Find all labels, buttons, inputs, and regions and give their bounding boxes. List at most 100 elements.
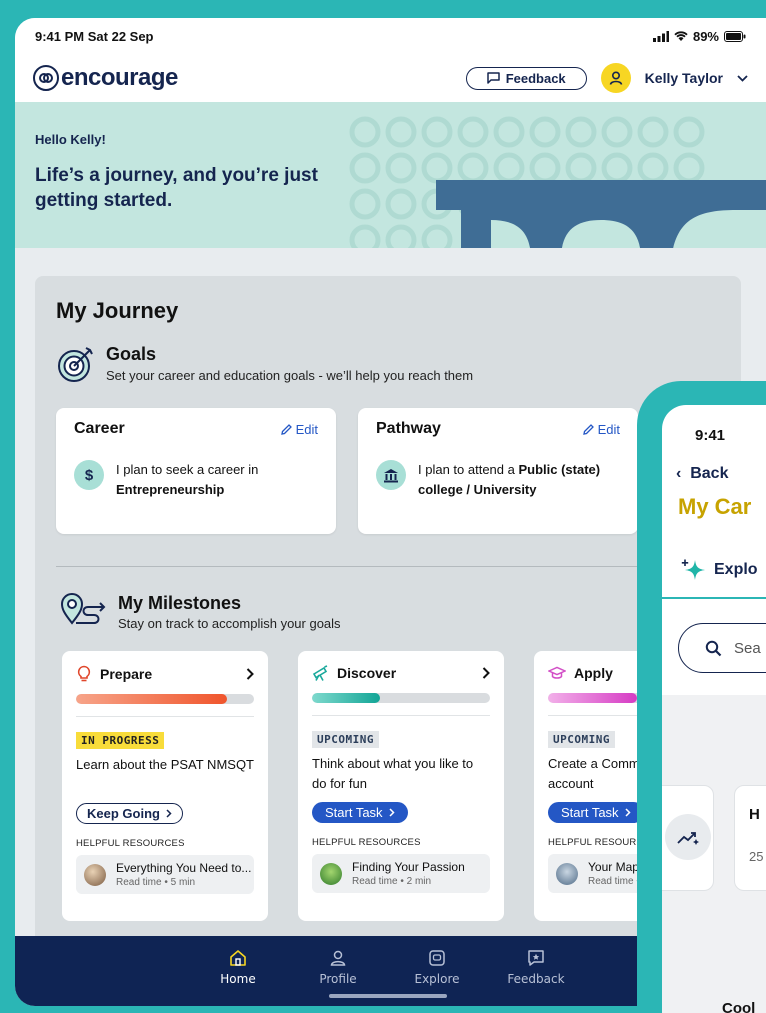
user-name: Kelly Taylor [644, 70, 723, 86]
dollar-icon: $ [74, 460, 104, 490]
battery-percent: 89% [692, 28, 719, 44]
career-card-title: Career [74, 420, 125, 437]
milestone-progress-bar [76, 694, 254, 704]
tab-home[interactable]: Home [198, 948, 278, 986]
milestone-cards: Prepare IN PROGRESS Learn about the PSAT… [62, 651, 740, 921]
start-task-button[interactable]: Start Task [548, 802, 644, 823]
resource-thumbnail [320, 862, 342, 885]
pencil-icon [582, 423, 594, 435]
career-goal-text: I plan to seek a career in Entrepreneurs… [116, 460, 318, 500]
resource-item[interactable]: Everything You Need to... Read time • 5 … [76, 855, 254, 894]
pathway-card-title: Pathway [376, 420, 441, 437]
resources-label: HELPFUL RESOURCES [76, 838, 185, 849]
card-divider [76, 716, 254, 717]
tab-explore-label: Explore [414, 972, 460, 986]
career-edit-button[interactable]: Edit [280, 422, 318, 437]
milestone-progress-bar [312, 693, 490, 703]
career-card[interactable]: H 25 [734, 785, 766, 891]
feedback-button[interactable]: Feedback [465, 66, 587, 90]
milestone-title: Apply [574, 665, 613, 681]
chevron-right-icon [166, 809, 172, 818]
pathway-goal-card[interactable]: Pathway Edit I plan to attend a Public (… [358, 408, 638, 534]
tab-explore-careers[interactable]: Explo [680, 559, 758, 581]
home-indicator [329, 994, 447, 998]
keep-going-button[interactable]: Keep Going [76, 803, 183, 824]
tab-feedback[interactable]: Feedback [496, 948, 576, 986]
phone-status-time: 9:41 [695, 427, 726, 444]
chevron-right-icon[interactable] [482, 667, 490, 679]
career-text-bold: Entrepreneurship [116, 482, 225, 497]
milestone-card-prepare[interactable]: Prepare IN PROGRESS Learn about the PSAT… [62, 651, 268, 921]
milestone-task: Think about what you like to do for fun [312, 756, 474, 791]
chevron-right-icon[interactable] [246, 667, 254, 680]
career-card-count: 25 [749, 849, 764, 864]
pencil-icon [280, 423, 292, 435]
milestone-progress-fill [548, 693, 637, 703]
milestone-task: Learn about the PSAT NMSQT [76, 757, 254, 772]
phone-screen: 9:41 ‹ Back My Car Explo Sea H 25 Cool [662, 405, 766, 1013]
resources-label: HELPFUL RESOURCES [312, 837, 421, 848]
tab-home-label: Home [220, 972, 256, 986]
tab-profile[interactable]: Profile [298, 948, 378, 986]
card-divider [312, 715, 490, 716]
resource-meta: Read time • 5 min [116, 877, 196, 888]
tab-feedback-label: Feedback [507, 972, 565, 986]
tab-profile-label: Profile [319, 972, 357, 986]
trend-card[interactable] [662, 785, 714, 891]
user-menu[interactable]: Kelly Taylor [645, 70, 748, 86]
resource-meta: Read time • 2 min [352, 876, 432, 887]
logo-text: encourage [61, 64, 178, 91]
milestones-subtitle: Stay on track to accomplish your goals [118, 616, 341, 631]
milestones-title: My Milestones [118, 593, 242, 613]
career-search-input[interactable]: Sea [678, 623, 766, 673]
career-goal-card[interactable]: Career Edit $ I plan to seek a career in… [56, 408, 336, 534]
goals-title: Goals [106, 344, 157, 364]
graduation-cap-icon [548, 666, 566, 679]
pathway-edit-button[interactable]: Edit [582, 421, 620, 437]
pathway-edit-label: Edit [597, 421, 620, 437]
resource-thumbnail [84, 863, 106, 886]
chevron-right-icon [389, 808, 395, 817]
milestone-card-discover[interactable]: Discover UPCOMING Think about what you l… [298, 651, 504, 921]
feedback-star-icon [528, 950, 544, 966]
institution-icon [376, 460, 406, 490]
hero-owl-graphic [436, 180, 766, 248]
back-button[interactable]: ‹ Back [676, 465, 728, 483]
resource-title: Everything You Need to... [116, 861, 252, 875]
phone-frame: 9:41 ‹ Back My Car Explo Sea H 25 Cool [637, 381, 766, 1013]
user-avatar[interactable] [600, 63, 631, 93]
hero-tagline: Life’s a journey, and you’re just gettin… [35, 165, 318, 211]
hero-banner: Hello Kelly! Life’s a journey, and you’r… [15, 102, 766, 248]
resource-title: Finding Your Passion [352, 860, 465, 874]
milestone-title: Discover [337, 665, 397, 681]
tab-explore-label: Explo [714, 561, 758, 578]
start-task-label: Start Task [561, 805, 619, 820]
milestone-title: Prepare [100, 665, 153, 682]
start-task-button[interactable]: Start Task [312, 802, 408, 823]
resource-thumbnail [556, 862, 578, 885]
tab-explore[interactable]: Explore [397, 948, 477, 986]
sparkle-icon [681, 559, 705, 580]
phone-tab-bar: Explo [662, 547, 766, 599]
search-icon [705, 640, 722, 656]
signal-icon [652, 30, 669, 42]
resource-item[interactable]: Finding Your Passion Read time • 2 min [312, 854, 490, 893]
pathway-text-pre: I plan to attend a [418, 462, 519, 477]
lightbulb-icon [77, 665, 91, 682]
wifi-icon [674, 30, 688, 41]
milestones-header: My Milestones Stay on track to accomplis… [56, 593, 720, 631]
map-pin-route-icon [60, 593, 106, 625]
section-heading: Cool [722, 1000, 756, 1013]
profile-icon [330, 950, 346, 966]
status-badge: UPCOMING [548, 731, 615, 748]
career-text-pre: I plan to seek a career in [116, 462, 259, 477]
status-bar: 9:41 PM Sat 22 Sep 89% [15, 18, 766, 54]
owl-logo-icon [33, 65, 59, 91]
search-placeholder: Sea [734, 639, 761, 657]
milestone-progress-fill [312, 693, 380, 703]
milestone-progress-fill [76, 694, 228, 704]
encourage-logo[interactable]: encourage [33, 64, 178, 92]
goals-header: Goals Set your career and education goal… [56, 344, 720, 384]
chevron-down-icon [737, 74, 748, 82]
pathway-goal-text: I plan to attend a Public (state) colleg… [418, 460, 620, 500]
